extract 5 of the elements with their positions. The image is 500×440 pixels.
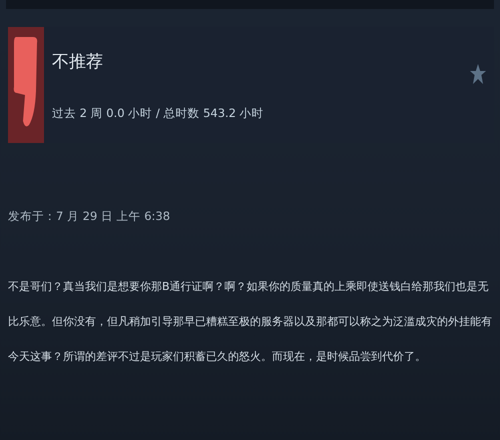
award-star-icon[interactable] [470,64,486,84]
review-text: 不是哥们？真当我们是想要你那B通行证啊？啊？如果你的质量真的上乘即使送钱白给那我们也是无比乐意。但你没有，但凡稍加引导那早已糟糕至极的服务器以及那都可以称之为泛滥成灾的外挂能有今天这事？所谓的差评不过是玩家们积蓄已久的怒火。而现在，是时候品尝到代价了。 [8,279,492,365]
playtime-text: 过去 2 周 0.0 小时 / 总时数 543.2 小时 [52,106,264,121]
review-verdict: 不推荐 [52,51,103,73]
posted-date: 发布于：7 月 29 日 上午 6:38 [8,209,170,224]
